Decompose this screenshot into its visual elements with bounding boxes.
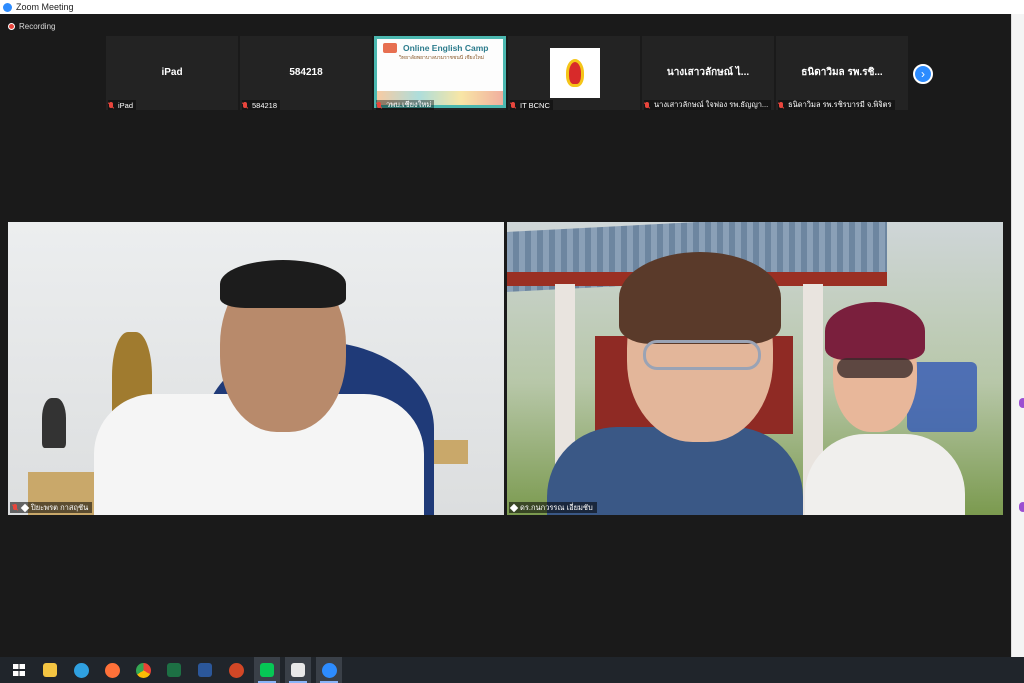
- muted-mic-icon: [242, 101, 248, 109]
- participant-label: ธนิดาวิมล รพ.รชิรบารมี จ.พิจิตร: [778, 100, 895, 110]
- participant-label: 584218: [242, 100, 281, 110]
- taskbar-excel[interactable]: [161, 657, 187, 683]
- file-explorer-icon: [43, 663, 57, 677]
- chrome-icon: [135, 662, 151, 678]
- word-icon: [198, 663, 212, 677]
- start-icon: [13, 664, 25, 676]
- start-button[interactable]: [6, 657, 32, 683]
- recording-label: Recording: [19, 22, 56, 31]
- taskbar-zoom[interactable]: [316, 657, 342, 683]
- chevron-right-icon: ›: [921, 67, 925, 81]
- participant-display-name: ธนิดาวิมล รพ.รชิ...: [801, 66, 883, 78]
- participant-display-name: นางเสาวลักษณ์ ไ...: [666, 66, 750, 78]
- taskbar-word[interactable]: [192, 657, 218, 683]
- zoom-logo-icon: [3, 2, 12, 12]
- muted-mic-icon: [12, 504, 18, 511]
- window-title: Zoom Meeting: [16, 2, 74, 12]
- participant-tile[interactable]: นางเสาวลักษณ์ ไ... นางเสาวลักษณ์ ใจฟอง ร…: [642, 36, 774, 110]
- gallery-strip: iPad iPad 584218 584218 Online English C…: [106, 36, 910, 110]
- video-name-label: ดร.กนกวรรณ เอี่ยมชับ: [509, 502, 597, 513]
- next-page-button[interactable]: ›: [913, 64, 933, 84]
- taskbar-chrome[interactable]: [130, 657, 156, 683]
- participant-label: IT BCNC: [510, 100, 553, 110]
- powerpoint-icon: [228, 662, 244, 678]
- dark-statue: [42, 398, 66, 448]
- participant-label: นางเสาวลักษณ์ ใจฟอง รพ.ธัญญา...: [644, 100, 772, 110]
- college-logo: [550, 48, 600, 98]
- participant-name: iPad: [118, 100, 134, 110]
- participant-name: 584218: [252, 100, 278, 110]
- second-person-hair: [825, 302, 925, 360]
- participant-display-name: 584218: [289, 66, 323, 78]
- muted-mic-icon: [108, 101, 114, 109]
- title-bar: Zoom Meeting: [0, 0, 1024, 14]
- woman-hair: [619, 252, 781, 344]
- line-icon: [260, 663, 274, 677]
- participant-name: ดร.กนกวรรณ เอี่ยมชับ: [520, 502, 593, 512]
- flame-emblem-icon: [566, 59, 584, 87]
- sunglasses: [837, 358, 913, 378]
- camp-title: Online English Camp: [403, 43, 489, 53]
- excel-icon: [167, 663, 181, 677]
- acrobat-icon: [291, 663, 305, 677]
- windows-taskbar: [0, 657, 1024, 683]
- avatar-dot-icon: [1019, 502, 1024, 512]
- taskbar-acrobat[interactable]: [285, 657, 311, 683]
- muted-mic-icon: [510, 101, 516, 109]
- participant-tile[interactable]: 584218 584218: [240, 36, 372, 110]
- participant-tile[interactable]: iPad iPad: [106, 36, 238, 110]
- firefox-icon: [104, 662, 120, 678]
- edge-icon: [73, 662, 89, 678]
- muted-mic-icon: [644, 101, 650, 109]
- eyeglasses: [643, 340, 761, 370]
- participant-name: ธนิดาวิมล รพ.รชิรบารมี จ.พิจิตร: [788, 100, 892, 109]
- taskbar-edge[interactable]: [68, 657, 94, 683]
- muted-mic-icon: [778, 101, 784, 109]
- video-name-label: ปิยะพรต กาสฤชัน: [10, 502, 93, 513]
- side-panel-edge[interactable]: [1011, 14, 1024, 657]
- zoom-icon: [321, 662, 337, 678]
- taskbar-line[interactable]: [254, 657, 280, 683]
- participant-label: วพบ.เชียงใหม่: [376, 100, 435, 110]
- participant-name: นางเสาวลักษณ์ ใจฟอง รพ.ธัญญา...: [654, 100, 769, 109]
- taskbar-powerpoint[interactable]: [223, 657, 249, 683]
- speaker-video-2[interactable]: ดร.กนกวรรณ เอี่ยมชับ: [507, 222, 1003, 515]
- participant-tile[interactable]: ธนิดาวิมล รพ.รชิ... ธนิดาวิมล รพ.รชิรบาร…: [776, 36, 908, 110]
- camp-logo-icon: [383, 43, 397, 53]
- online-english-camp-banner: Online English Camp วิทยาลัยพยาบาลบรมราช…: [374, 36, 506, 108]
- participant-name: ปิยะพรต กาสฤชัน: [31, 502, 89, 512]
- taskbar-file-explorer[interactable]: [37, 657, 63, 683]
- recording-indicator[interactable]: Recording: [8, 22, 55, 31]
- participant-tile[interactable]: Online English Camp วิทยาลัยพยาบาลบรมราช…: [374, 36, 506, 110]
- participant-display-name: iPad: [161, 66, 183, 78]
- recording-dot-icon: [8, 23, 15, 30]
- muted-mic-icon: [376, 101, 382, 109]
- avatar-dot-icon: [1019, 398, 1024, 408]
- second-person-uniform: [805, 434, 965, 515]
- blue-chairs: [907, 362, 977, 432]
- speaker-video-1[interactable]: ปิยะพรต กาสฤชัน: [8, 222, 504, 515]
- camp-subtitle: วิทยาลัยพยาบาลบรมราชชนนี เชียงใหม่: [399, 55, 485, 61]
- speaker-hair: [220, 260, 346, 308]
- participant-name: IT BCNC: [520, 100, 550, 110]
- participant-label: iPad: [108, 100, 137, 110]
- taskbar-firefox[interactable]: [99, 657, 125, 683]
- participant-name: วพบ.เชียงใหม่: [386, 100, 432, 109]
- pin-icon: [509, 503, 519, 512]
- participant-tile[interactable]: IT BCNC: [508, 36, 640, 110]
- pin-icon: [20, 503, 30, 512]
